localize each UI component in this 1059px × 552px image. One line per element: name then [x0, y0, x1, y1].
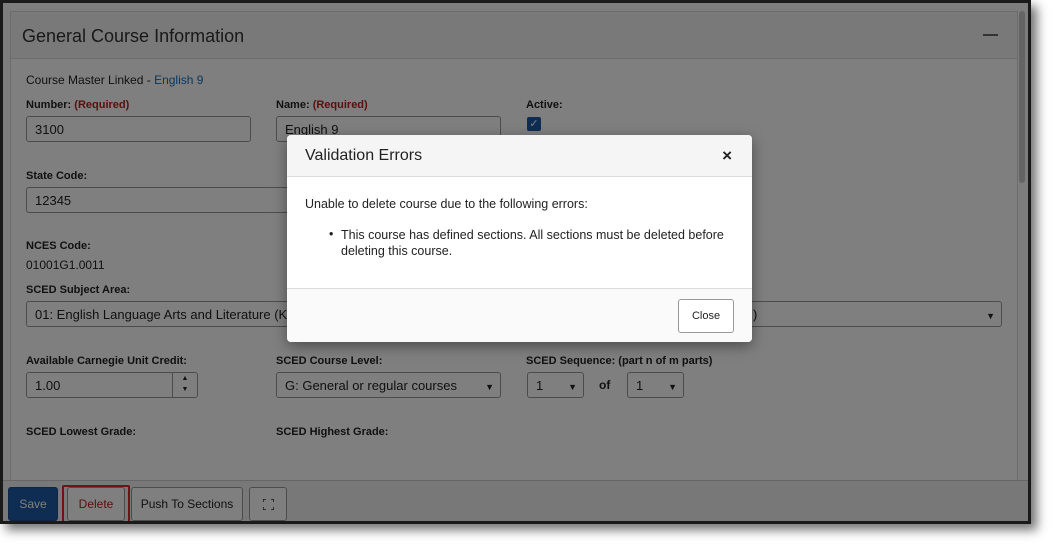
dialog-message: Unable to delete course due to the follo…: [305, 197, 588, 211]
dialog-footer: Close: [287, 288, 752, 342]
bullet-icon: •: [329, 227, 334, 241]
error-item: This course has defined sections. All se…: [341, 228, 724, 258]
validation-errors-dialog: Validation Errors × Unable to delete cou…: [287, 135, 752, 342]
dialog-header: Validation Errors ×: [287, 135, 752, 177]
dialog-title: Validation Errors: [305, 147, 423, 164]
close-button[interactable]: Close: [678, 299, 734, 333]
close-icon[interactable]: ×: [722, 146, 732, 166]
